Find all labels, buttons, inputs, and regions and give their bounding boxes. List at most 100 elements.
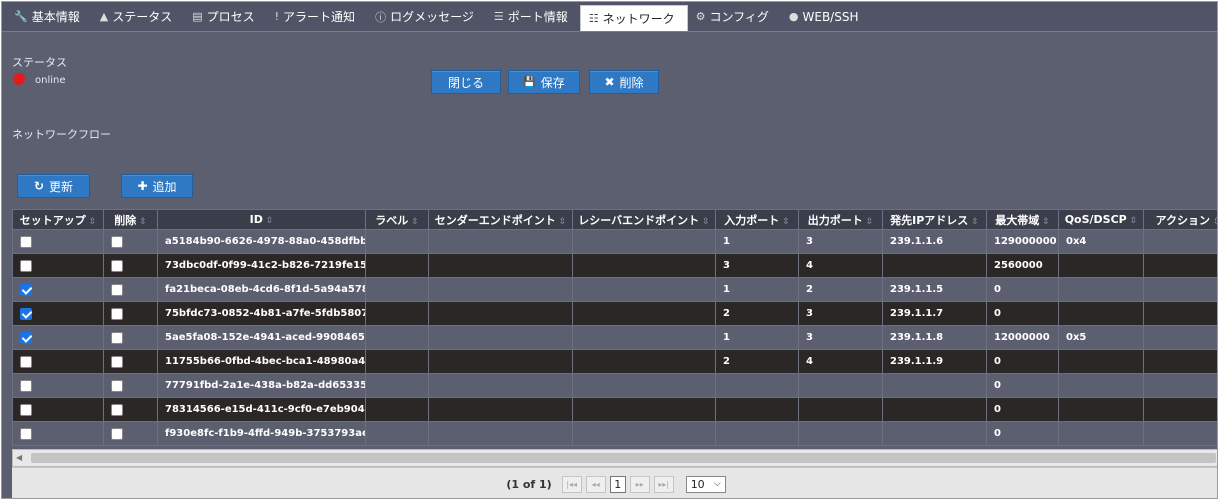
column-header[interactable]: ID ⇳: [157, 209, 366, 230]
tab-label: ネットワーク: [602, 12, 675, 26]
scrollbar-thumb[interactable]: [31, 453, 1216, 463]
column-header[interactable]: QoS/DSCP ⇳: [1058, 209, 1144, 230]
last-page-button[interactable]: ▸▸|: [653, 475, 674, 493]
column-header[interactable]: アクション⇳: [1143, 209, 1217, 230]
delete-checkbox[interactable]: [111, 307, 123, 320]
column-header-label: ラベル: [375, 213, 409, 227]
area-chart-icon: ▲: [99, 10, 109, 23]
table-row[interactable]: f930e8fc-f1b9-4ffd-949b-3753793ae9d1 0: [12, 421, 1217, 446]
max-bw-cell: 129000000: [986, 229, 1059, 254]
sort-icon: ⇳: [1042, 216, 1050, 227]
next-page-button[interactable]: ▸▸: [629, 475, 650, 493]
add-button[interactable]: ✚ 追加: [121, 174, 193, 198]
tab-2[interactable]: ▤ プロセス: [184, 2, 266, 31]
id-cell: 75bfdc73-0852-4b81-a7fe-5fdb580754a4: [157, 301, 366, 326]
close-button-label: 閉じる: [447, 75, 484, 90]
save-button[interactable]: 💾 保存: [508, 70, 580, 94]
delete-checkbox[interactable]: [111, 379, 123, 392]
refresh-button[interactable]: ↻ 更新: [17, 174, 90, 198]
sender-cell: [428, 373, 573, 398]
setup-checkbox[interactable]: [20, 259, 32, 272]
page-size-value: 10: [690, 477, 705, 491]
label-cell: [365, 253, 429, 278]
tab-3[interactable]: ! アラート通知: [267, 2, 367, 31]
in-port-cell: [715, 373, 799, 398]
delete-checkbox[interactable]: [111, 283, 123, 296]
sort-icon: ⇳: [1129, 216, 1138, 226]
column-header[interactable]: セットアップ ⇳: [12, 209, 104, 230]
in-port-cell: [715, 397, 799, 422]
setup-checkbox[interactable]: [20, 379, 32, 392]
delete-checkbox[interactable]: [111, 403, 123, 416]
column-header[interactable]: レシーバエンドポイント ⇳: [572, 209, 716, 230]
dest-ip-cell: 239.1.1.9: [882, 349, 987, 374]
id-cell: 78314566-e15d-411c-9cf0-e7eb90455b65: [157, 397, 366, 422]
tab-label: 基本情報: [31, 10, 80, 24]
column-header[interactable]: 発先IPアドレス ⇳: [882, 209, 987, 230]
tab-label: プロセス: [206, 10, 255, 24]
setup-checkbox[interactable]: [20, 355, 32, 368]
id-cell: fa21beca-08eb-4cd6-8f1d-5a94a5786269: [157, 277, 366, 302]
setup-checkbox[interactable]: [20, 427, 32, 440]
delete-cell: [103, 277, 158, 302]
table-row[interactable]: 5ae5fa08-152e-4941-aced-990846501d96 1323…: [12, 325, 1217, 350]
setup-checkbox[interactable]: [20, 283, 32, 296]
table-row[interactable]: 78314566-e15d-411c-9cf0-e7eb90455b65 0: [12, 397, 1217, 422]
id-cell: a5184b90-6626-4978-88a0-458dfbb626c2: [157, 229, 366, 254]
tab-1[interactable]: ▲ ステータス: [92, 2, 184, 31]
table-row[interactable]: 11755b66-0fbd-4bec-bca1-48980a4733d5 2423…: [12, 349, 1217, 374]
horizontal-scrollbar[interactable]: ◀: [12, 449, 1217, 467]
tab-8[interactable]: ● WEB/SSH: [781, 2, 871, 31]
action-cell: [1143, 301, 1217, 326]
column-header[interactable]: センダーエンドポイント ⇳: [428, 209, 573, 230]
table-row[interactable]: 77791fbd-2a1e-438a-b82a-dd653350f213 0: [12, 373, 1217, 398]
delete-checkbox[interactable]: [111, 427, 123, 440]
current-page-button[interactable]: 1: [609, 475, 626, 493]
out-port-cell: 4: [798, 349, 883, 374]
setup-checkbox[interactable]: [20, 235, 32, 248]
sender-cell: [428, 301, 573, 326]
tab-4[interactable]: ⓘ ログメッセージ: [367, 2, 486, 31]
scroll-left-icon[interactable]: ◀: [16, 453, 22, 462]
delete-checkbox[interactable]: [111, 355, 123, 368]
column-header[interactable]: ラベル ⇳: [365, 209, 429, 230]
delete-checkbox[interactable]: [111, 259, 123, 272]
setup-cell: [12, 373, 104, 398]
tab-0[interactable]: 🔧 基本情報: [6, 2, 92, 31]
table-row[interactable]: 75bfdc73-0852-4b81-a7fe-5fdb580754a4 2323…: [12, 301, 1217, 326]
tab-6[interactable]: ☷ ネットワーク: [579, 5, 688, 31]
delete-checkbox[interactable]: [111, 235, 123, 248]
page-size-select[interactable]: 10 ⌵: [685, 475, 726, 493]
column-header[interactable]: 最大帯域 ⇳: [986, 209, 1059, 230]
list-icon: ☰: [493, 10, 504, 23]
delete-button[interactable]: ✖ 削除: [589, 70, 659, 94]
action-cell: [1143, 277, 1217, 302]
add-button-label: 追加: [152, 179, 177, 194]
in-port-cell: [715, 421, 799, 446]
save-icon: 💾: [523, 76, 536, 88]
setup-checkbox[interactable]: [20, 403, 32, 416]
tab-7[interactable]: ⚙ コンフィグ: [688, 2, 781, 31]
delete-checkbox[interactable]: [111, 331, 123, 344]
tab-label: コンフィグ: [709, 10, 769, 24]
tab-5[interactable]: ☰ ポート情報: [486, 2, 580, 31]
column-header[interactable]: 削除 ⇳: [103, 209, 158, 230]
table-row[interactable]: 73dbc0df-0f99-41c2-b826-7219fe157a1d 34 25…: [12, 253, 1217, 278]
table-row[interactable]: a5184b90-6626-4978-88a0-458dfbb626c2 1323…: [12, 229, 1217, 254]
table-header-row: セットアップ ⇳ 削除 ⇳ ID ⇳ ラベル ⇳ センダーエンドポイント ⇳ レシーバエンドポイント…: [12, 209, 1217, 230]
delete-cell: [103, 373, 158, 398]
first-page-button[interactable]: |◂◂: [561, 475, 582, 493]
column-header-label: アクション: [1155, 213, 1210, 227]
setup-checkbox[interactable]: [20, 307, 32, 320]
sort-icon: ⇳: [88, 216, 97, 227]
column-header[interactable]: 出力ポート ⇳: [798, 209, 883, 230]
delete-cell: [103, 421, 158, 446]
setup-checkbox[interactable]: [20, 331, 32, 344]
receiver-cell: [572, 373, 716, 398]
out-port-cell: 2: [798, 277, 883, 302]
close-button[interactable]: 閉じる: [431, 70, 501, 94]
qos-cell: [1058, 373, 1144, 398]
prev-page-button[interactable]: ◂◂: [585, 475, 606, 493]
column-header[interactable]: 入力ポート ⇳: [715, 209, 799, 230]
table-row[interactable]: fa21beca-08eb-4cd6-8f1d-5a94a5786269 1223…: [12, 277, 1217, 302]
